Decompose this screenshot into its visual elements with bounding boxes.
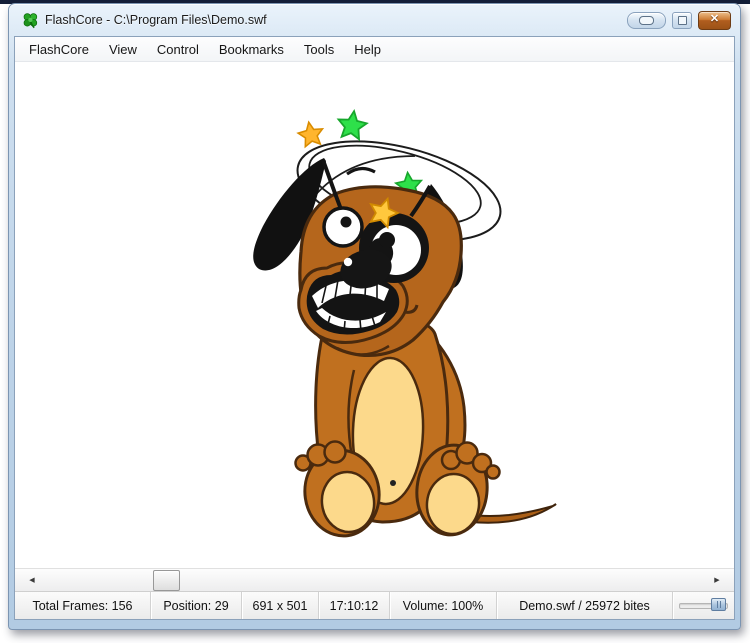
status-stage-size: 691 x 501 bbox=[242, 592, 319, 619]
status-time: 17:10:12 bbox=[319, 592, 390, 619]
scroll-left-icon[interactable]: ◀ bbox=[23, 569, 41, 591]
window-title: FlashCore - C:\Program Files\Demo.swf bbox=[45, 13, 267, 27]
clover-icon bbox=[23, 12, 38, 28]
title-bar[interactable]: FlashCore - C:\Program Files\Demo.swf ✕ bbox=[9, 4, 740, 36]
belly-button bbox=[390, 480, 396, 486]
maximize-button[interactable] bbox=[672, 11, 692, 29]
volume-slider-track[interactable] bbox=[679, 597, 728, 611]
menu-bookmarks[interactable]: Bookmarks bbox=[209, 39, 294, 60]
status-position: Position: 29 bbox=[151, 592, 242, 619]
volume-slider-thumb[interactable] bbox=[711, 597, 726, 611]
dog-left-eye bbox=[322, 206, 364, 248]
status-volume: Volume: 100% bbox=[390, 592, 497, 619]
volume-slider-pane bbox=[673, 592, 734, 619]
dizzy-dog-animation bbox=[253, 62, 557, 538]
horizontal-scrollbar[interactable]: ◀ ▶ bbox=[15, 568, 734, 591]
status-bar: Total Frames: 156 Position: 29 691 x 501… bbox=[15, 591, 734, 619]
flash-stage bbox=[15, 62, 734, 568]
menu-help[interactable]: Help bbox=[344, 39, 391, 60]
scroll-right-icon[interactable]: ▶ bbox=[708, 569, 726, 591]
menu-flashcore[interactable]: FlashCore bbox=[19, 39, 99, 60]
client-area: FlashCore View Control Bookmarks Tools H… bbox=[14, 36, 735, 620]
close-button[interactable]: ✕ bbox=[698, 10, 731, 30]
flashcore-window: FlashCore - C:\Program Files\Demo.swf ✕ … bbox=[8, 3, 741, 630]
status-total-frames: Total Frames: 156 bbox=[15, 592, 151, 619]
minimize-button[interactable] bbox=[627, 11, 666, 29]
status-file-info: Demo.swf / 25972 bites bbox=[497, 592, 673, 619]
menu-view[interactable]: View bbox=[99, 39, 147, 60]
maximize-icon bbox=[677, 15, 687, 25]
scrollbar-thumb[interactable] bbox=[153, 570, 180, 591]
menu-bar: FlashCore View Control Bookmarks Tools H… bbox=[15, 37, 734, 62]
window-controls: ✕ bbox=[627, 10, 731, 30]
minimize-icon bbox=[639, 15, 654, 25]
menu-tools[interactable]: Tools bbox=[294, 39, 344, 60]
menu-control[interactable]: Control bbox=[147, 39, 209, 60]
